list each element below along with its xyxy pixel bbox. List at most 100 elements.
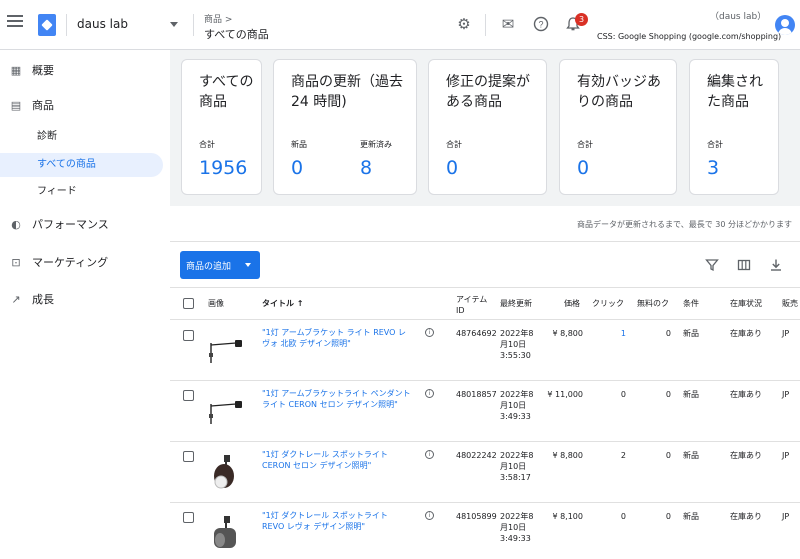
sidebar-subitem-all-products[interactable]: すべての商品 — [0, 153, 163, 177]
products-icon: ▤ — [10, 99, 22, 112]
divider — [170, 380, 800, 381]
sidebar-item-label: 成長 — [32, 293, 54, 306]
info-icon[interactable]: i — [425, 328, 434, 337]
sidebar-subitem-feeds[interactable]: フィード — [0, 180, 163, 204]
card-suggested-fixes[interactable]: 修正の提案がある商品 合計 0 — [428, 59, 547, 195]
card-active-badges[interactable]: 有効バッジありの商品 合計 0 — [559, 59, 677, 195]
card-label: 合計 — [199, 140, 215, 149]
card-value: 0 — [446, 157, 459, 179]
info-icon[interactable]: i — [425, 450, 434, 459]
update-notice: 商品データが更新されるまで、最長で 30 分ほどかかります — [577, 220, 792, 229]
menu-icon[interactable] — [7, 15, 23, 29]
item-id: 48764692 — [456, 329, 497, 338]
row-checkbox[interactable] — [183, 451, 194, 462]
column-header-clicks[interactable]: クリック — [592, 298, 628, 309]
account-name[interactable]: daus lab — [77, 17, 128, 31]
product-title-link[interactable]: "1灯 アームブラケットライト ペンダントライト CERON セロン デザイン照… — [262, 388, 412, 410]
download-icon[interactable] — [768, 258, 784, 274]
availability: 在庫あり — [730, 390, 762, 399]
free-clicks: 0 — [665, 329, 671, 338]
clicks: 2 — [620, 451, 626, 460]
card-label: 合計 — [446, 140, 462, 149]
divider — [485, 14, 486, 36]
card-value: 0 — [577, 157, 590, 179]
condition: 新品 — [683, 451, 699, 460]
card-product-updates[interactable]: 商品の更新（過去 24 時間) 新品 更新済み 0 8 — [273, 59, 417, 195]
column-header-availability[interactable]: 在庫状況 — [730, 298, 762, 309]
divider — [170, 319, 800, 320]
notification-badge: 3 — [575, 13, 588, 26]
card-label: 合計 — [707, 140, 723, 149]
country: JP — [782, 512, 790, 521]
store-name[interactable]: CSS: Google Shopping (google.com/shoppin… — [597, 32, 781, 41]
clicks: 0 — [620, 390, 626, 399]
country: JP — [782, 390, 790, 399]
row-checkbox[interactable] — [183, 330, 194, 341]
column-header-condition[interactable]: 条件 — [683, 298, 699, 309]
sidebar-item-label: パフォーマンス — [32, 218, 109, 231]
filter-icon[interactable] — [704, 258, 720, 274]
performance-icon: ◐ — [11, 218, 21, 231]
sidebar-item-label: 概要 — [32, 64, 54, 77]
divider — [170, 502, 800, 503]
avatar[interactable] — [775, 15, 795, 35]
row-checkbox[interactable] — [183, 390, 194, 401]
merchant-center-logo — [38, 14, 56, 36]
sidebar-item-products[interactable]: ▤ 商品 — [0, 93, 164, 119]
column-header-item-id[interactable]: アイテム ID — [456, 294, 492, 316]
divider — [170, 287, 800, 288]
column-header-price[interactable]: 価格 — [564, 298, 580, 309]
column-header-last-updated[interactable]: 最終更新 — [500, 298, 536, 309]
card-title: 商品の更新（過去 24 時間) — [291, 74, 403, 110]
product-thumbnail — [214, 455, 234, 489]
sidebar-item-marketing[interactable]: ⊡ マーケティング — [0, 250, 164, 276]
column-header-image: 画像 — [208, 299, 224, 308]
card-title: すべての商品 — [199, 74, 254, 110]
divider — [170, 241, 800, 242]
country: JP — [782, 329, 790, 338]
card-label: 更新済み — [360, 140, 392, 149]
item-id: 48105899 — [456, 512, 497, 521]
last-updated: 2022年8月10日 3:49:33 — [500, 512, 534, 543]
row-checkbox[interactable] — [183, 512, 194, 523]
product-title-link[interactable]: "1灯 ダクトレール スポットライト REVO レヴォ デザイン照明" — [262, 510, 412, 532]
sidebar-item-growth[interactable]: ↗ 成長 — [0, 287, 164, 313]
sidebar-subitem-diagnostics[interactable]: 診断 — [0, 125, 163, 149]
column-header-title[interactable]: タイトル ↑ — [262, 298, 304, 309]
price: ¥ 8,800 — [552, 451, 583, 460]
product-title-link[interactable]: "1灯 アームブラケット ライト REVO レヴォ 北欧 デザイン照明" — [262, 327, 412, 349]
add-product-button[interactable]: 商品の追加 — [180, 251, 260, 279]
info-icon[interactable]: i — [425, 511, 434, 520]
product-title-link[interactable]: "1灯 ダクトレール スポットライト CERON セロン デザイン照明" — [262, 449, 412, 471]
growth-icon: ↗ — [11, 293, 21, 306]
chevron-down-icon[interactable] — [170, 22, 178, 27]
free-clicks: 0 — [665, 451, 671, 460]
mail-icon[interactable]: ✉ — [500, 16, 516, 32]
columns-icon[interactable] — [736, 258, 752, 274]
product-thumbnail — [214, 516, 236, 548]
breadcrumb[interactable]: 商品 > — [204, 12, 232, 25]
sidebar-item-label: 商品 — [32, 99, 54, 112]
product-thumbnail — [209, 401, 242, 424]
divider — [193, 14, 194, 36]
help-icon[interactable]: ? — [533, 16, 549, 32]
card-value: 1956 — [199, 157, 248, 179]
marketing-icon: ⊡ — [11, 256, 21, 269]
info-icon[interactable]: i — [425, 389, 434, 398]
card-all-products[interactable]: すべての商品 合計 1956 — [181, 59, 262, 195]
clicks[interactable]: 1 — [590, 328, 626, 339]
divider — [66, 14, 67, 36]
clicks: 0 — [620, 512, 626, 521]
divider — [170, 441, 800, 442]
select-all-checkbox[interactable] — [183, 298, 194, 309]
card-edited-products[interactable]: 編集された商品 合計 3 — [689, 59, 779, 195]
gear-icon[interactable]: ⚙ — [456, 16, 472, 32]
price: ¥ 11,000 — [547, 390, 583, 399]
column-header-free-clicks[interactable]: 無料のク — [637, 298, 673, 309]
chevron-down-icon[interactable] — [245, 263, 251, 267]
sidebar-item-overview[interactable]: ▦ 概要 — [0, 58, 164, 84]
card-label: 新品 — [291, 140, 307, 149]
column-header-country[interactable]: 販売 — [782, 298, 800, 309]
card-title: 有効バッジありの商品 — [577, 74, 661, 110]
sidebar-item-performance[interactable]: ◐ パフォーマンス — [0, 212, 164, 238]
